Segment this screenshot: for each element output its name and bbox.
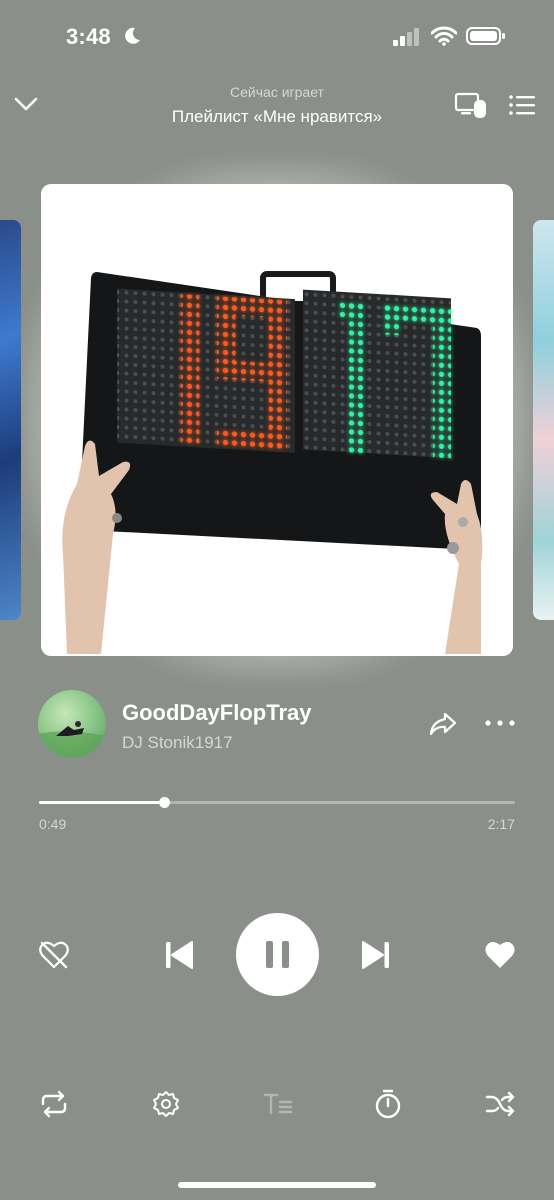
device-icon	[454, 90, 488, 120]
time-total: 2:17	[487, 816, 515, 832]
more-icon	[484, 716, 516, 730]
heart-icon	[484, 940, 516, 970]
next-icon	[357, 938, 395, 972]
queue-button[interactable]	[508, 93, 536, 117]
like-button[interactable]	[484, 940, 516, 970]
settings-icon	[151, 1089, 181, 1119]
more-button[interactable]	[484, 716, 516, 730]
timer-button[interactable]	[373, 1088, 403, 1120]
home-indicator[interactable]	[178, 1182, 376, 1188]
device-button[interactable]	[454, 90, 488, 120]
shuffle-button[interactable]	[484, 1090, 516, 1118]
next-button[interactable]	[357, 938, 395, 972]
lyrics-button[interactable]	[262, 1090, 294, 1118]
status-time: 3:48	[66, 24, 111, 49]
previous-icon	[160, 938, 198, 972]
lyrics-icon	[262, 1090, 294, 1118]
pause-button[interactable]	[236, 913, 319, 996]
pause-icon	[236, 913, 319, 996]
previous-button[interactable]	[160, 938, 198, 972]
track-thumbnail[interactable]	[38, 690, 106, 758]
queue-icon	[508, 93, 536, 117]
dislike-button[interactable]	[38, 940, 70, 970]
settings-button[interactable]	[151, 1089, 181, 1119]
next-track-cover[interactable]	[533, 220, 554, 620]
moon-icon	[122, 26, 142, 46]
share-button[interactable]	[428, 710, 458, 738]
timer-icon	[373, 1088, 403, 1120]
signal-icon	[393, 28, 421, 46]
battery-icon	[466, 26, 506, 46]
share-icon	[428, 710, 458, 738]
track-artist[interactable]: DJ Stonik1917	[122, 733, 233, 753]
dislike-icon	[38, 940, 70, 970]
previous-track-cover[interactable]	[0, 220, 21, 620]
album-artwork[interactable]	[41, 184, 513, 656]
time-elapsed: 0:49	[39, 816, 67, 832]
progress-fill	[39, 801, 165, 804]
progress-knob[interactable]	[158, 797, 170, 808]
track-title[interactable]: GoodDayFlopTray	[122, 700, 311, 726]
repeat-button[interactable]	[38, 1090, 70, 1118]
wifi-icon	[431, 26, 457, 46]
repeat-icon	[38, 1090, 70, 1118]
shuffle-icon	[484, 1090, 516, 1118]
